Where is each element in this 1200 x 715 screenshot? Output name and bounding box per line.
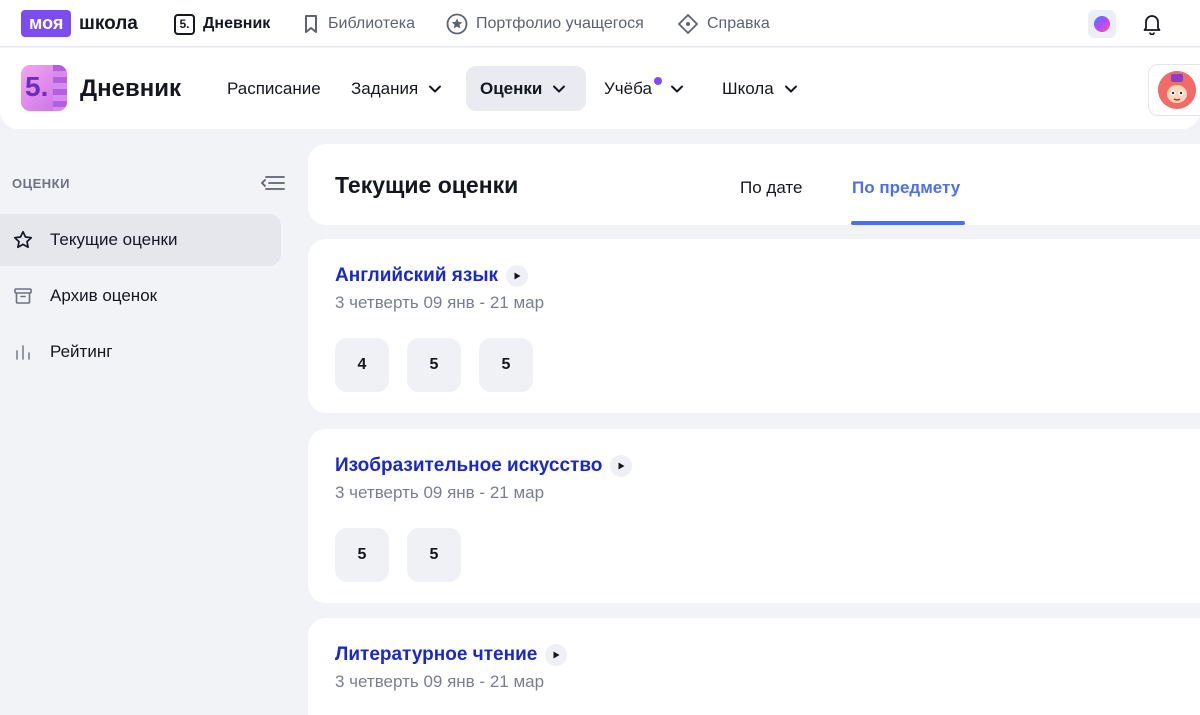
diary-logo-icon[interactable]: 5. xyxy=(21,65,67,111)
grade-mark[interactable]: 5 xyxy=(479,338,533,392)
collapse-sidebar-button[interactable] xyxy=(260,173,286,193)
nav-assignments[interactable]: Задания xyxy=(337,66,456,111)
nav-grades[interactable]: Оценки xyxy=(466,66,586,111)
star-circle-icon xyxy=(446,13,468,35)
sidebar-item-archive[interactable]: Архив оценок xyxy=(0,270,281,322)
logo-moya[interactable]: моя xyxy=(21,10,72,37)
new-badge-dot xyxy=(654,77,662,85)
avatar xyxy=(1158,71,1196,109)
top-bar: моя школа 5. Дневник Библиотека Портфоли… xyxy=(0,0,1200,47)
chevron-down-icon xyxy=(670,85,683,92)
collapse-menu-icon xyxy=(261,176,285,190)
sidebar-item-label: Рейтинг xyxy=(50,342,113,361)
grade-mark[interactable]: 5 xyxy=(335,528,389,582)
subject-name: Изобразительное искусство xyxy=(335,455,603,476)
subject-title[interactable]: Литературное чтение xyxy=(335,644,568,666)
logo-digit: 5. xyxy=(25,71,49,102)
bookmark-icon xyxy=(305,15,317,33)
subject-name: Английский язык xyxy=(335,265,499,286)
nav-school[interactable]: Школа xyxy=(708,66,812,111)
topnav-diary-label: Дневник xyxy=(203,15,271,32)
topnav-help[interactable]: Справка xyxy=(677,12,770,36)
apps-button[interactable] xyxy=(1088,10,1116,38)
marks-list: 5 5 xyxy=(335,528,461,582)
subject-name: Литературное чтение xyxy=(335,644,538,665)
sidebar-item-label: Архив оценок xyxy=(50,286,158,305)
diamond-icon xyxy=(678,14,698,34)
profile-button[interactable] xyxy=(1148,64,1200,116)
subject-card: Литературное чтение 3 четверть 09 янв - … xyxy=(308,618,1200,715)
sidebar-item-label: Текущие оценки xyxy=(50,230,178,249)
tab-by-date[interactable]: По дате xyxy=(740,178,802,198)
sidebar-item-current-grades[interactable]: Текущие оценки xyxy=(0,214,281,266)
nav-schedule[interactable]: Расписание xyxy=(213,66,335,111)
nav-assignments-label: Задания xyxy=(351,78,419,98)
notifications-button[interactable] xyxy=(1138,10,1166,38)
bar-chart-icon xyxy=(12,341,34,363)
chevron-down-icon xyxy=(429,85,442,92)
subject-card: Английский язык 3 четверть 09 янв - 21 м… xyxy=(308,239,1200,413)
subject-card: Изобразительное искусство 3 четверть 09 … xyxy=(308,429,1200,603)
bell-icon xyxy=(1143,15,1161,35)
topnav-library[interactable]: Библиотека xyxy=(302,12,415,36)
sidebar-heading: ОЦЕНКИ xyxy=(12,176,70,191)
play-icon[interactable] xyxy=(506,265,529,287)
chevron-down-icon xyxy=(784,85,797,92)
star-icon xyxy=(12,229,34,251)
tab-by-subject[interactable]: По предмету xyxy=(852,178,960,198)
play-icon[interactable] xyxy=(610,455,633,477)
archive-icon xyxy=(12,285,34,307)
subject-title[interactable]: Английский язык xyxy=(335,265,529,287)
subject-title[interactable]: Изобразительное искусство xyxy=(335,455,633,477)
app-header: 5. Дневник Расписание Задания Оценки Учё… xyxy=(0,48,1200,129)
nav-study[interactable]: Учёба xyxy=(590,66,698,111)
topnav-library-label: Библиотека xyxy=(328,15,415,32)
grade-mark[interactable]: 5 xyxy=(407,338,461,392)
topnav-diary[interactable]: 5. Дневник xyxy=(174,12,270,36)
marks-list: 4 5 5 xyxy=(335,338,533,392)
content-header: Текущие оценки По дате По предмету xyxy=(308,144,1200,225)
topnav-portfolio[interactable]: Портфолио учащегося xyxy=(446,12,644,36)
active-tab-indicator xyxy=(851,221,965,225)
subject-period: 3 четверть 09 янв - 21 мар xyxy=(335,483,545,502)
logo-shkola[interactable]: школа xyxy=(79,10,138,37)
app-title: Дневник xyxy=(80,75,181,102)
nav-grades-label: Оценки xyxy=(480,78,543,98)
nav-schedule-label: Расписание xyxy=(227,78,321,98)
grade-mark[interactable]: 4 xyxy=(335,338,389,392)
subject-period: 3 четверть 09 янв - 21 мар xyxy=(335,293,545,312)
sidebar-item-rating[interactable]: Рейтинг xyxy=(0,326,281,378)
nav-school-label: Школа xyxy=(722,78,774,98)
page-title: Текущие оценки xyxy=(335,172,519,198)
diary-5-icon: 5. xyxy=(174,13,195,35)
grade-mark[interactable]: 5 xyxy=(407,528,461,582)
subject-period: 3 четверть 09 янв - 21 мар xyxy=(335,672,545,691)
topnav-portfolio-label: Портфолио учащегося xyxy=(476,15,644,32)
app-sphere-icon xyxy=(1094,16,1110,32)
chevron-down-icon xyxy=(553,85,566,92)
topnav-help-label: Справка xyxy=(707,15,770,32)
play-icon[interactable] xyxy=(545,644,568,666)
nav-study-label: Учёба xyxy=(604,78,652,98)
